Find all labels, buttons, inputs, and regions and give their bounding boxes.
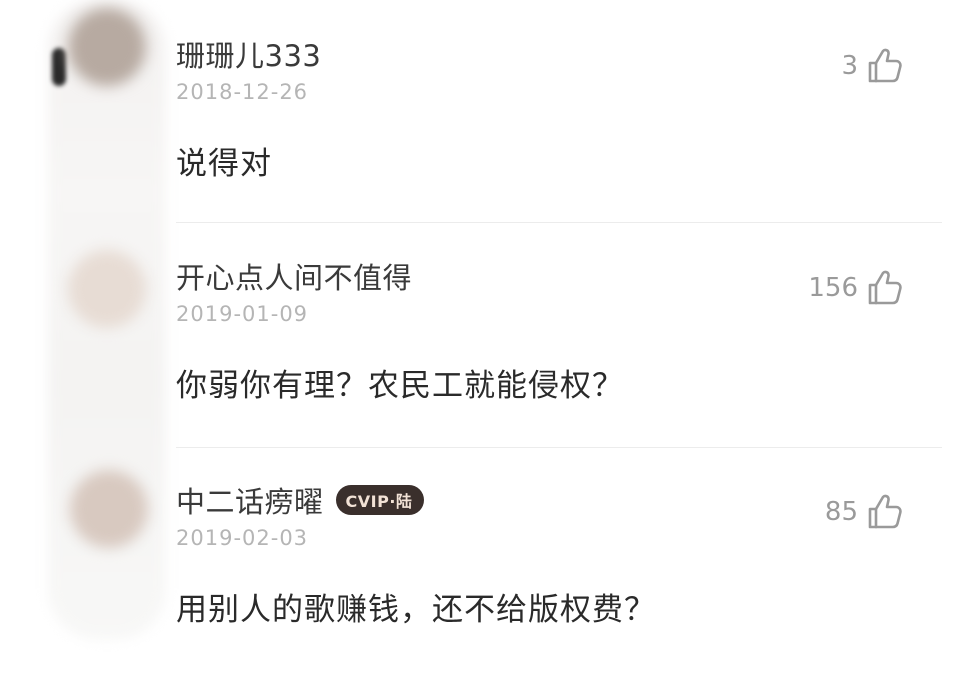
thumbs-up-icon[interactable] (864, 268, 904, 308)
comment-list-screen: 珊珊儿333 2018-12-26 说得对 3 开心点人间不值得 2019-01… (0, 0, 960, 673)
thumbs-up-icon[interactable] (864, 46, 904, 86)
like-button[interactable]: 156 (808, 268, 904, 308)
avatar[interactable] (70, 470, 148, 548)
comment-username[interactable]: 中二话痨曜 (176, 479, 324, 521)
comment-username[interactable]: 珊珊儿333 (176, 33, 321, 75)
blurred-avatar-edge (52, 48, 66, 86)
divider (176, 447, 942, 448)
comment-item: 珊珊儿333 2018-12-26 说得对 3 (176, 34, 942, 222)
comment-date: 2018-12-26 (176, 80, 309, 104)
avatar[interactable] (68, 8, 146, 86)
thumbs-up-icon[interactable] (864, 492, 904, 532)
comment-header: 开心点人间不值得 (176, 256, 412, 296)
comment-header: 珊珊儿333 (176, 34, 321, 74)
comment-date: 2019-01-09 (176, 302, 309, 326)
vip-badge[interactable]: CVIP·陆 (335, 485, 425, 515)
divider (176, 222, 942, 223)
comment-text: 用别人的歌赚钱，还不给版权费？ (176, 592, 656, 628)
like-count: 3 (841, 51, 858, 81)
comment-text: 你弱你有理？农民工就能侵权？ (176, 368, 624, 404)
comment-item: 中二话痨曜 CVIP·陆 2019-02-03 用别人的歌赚钱，还不给版权费？ … (176, 480, 942, 670)
avatar[interactable] (68, 250, 146, 328)
comment-username[interactable]: 开心点人间不值得 (176, 255, 412, 297)
like-button[interactable]: 3 (841, 46, 904, 86)
like-button[interactable]: 85 (825, 492, 904, 532)
comment-date: 2019-02-03 (176, 526, 309, 550)
comment-item: 开心点人间不值得 2019-01-09 你弱你有理？农民工就能侵权？ 156 (176, 256, 942, 446)
comment-header: 中二话痨曜 CVIP·陆 (176, 479, 425, 521)
like-count: 85 (824, 497, 858, 527)
like-count: 156 (808, 273, 858, 303)
comment-text: 说得对 (176, 146, 272, 182)
